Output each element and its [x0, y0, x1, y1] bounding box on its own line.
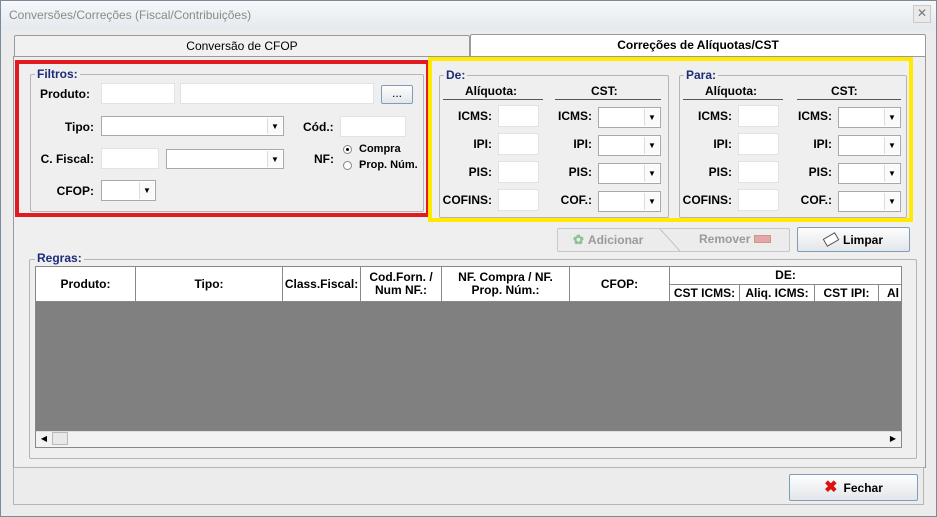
- column-class-fiscal[interactable]: Class.Fiscal:: [283, 267, 361, 302]
- footer-panel: [13, 467, 924, 505]
- close-button[interactable]: ✕: [913, 5, 931, 23]
- highlight-yellow-box: [428, 57, 913, 222]
- column-cod-forn-num-nf[interactable]: Cod.Forn. / Num NF.:: [361, 267, 442, 302]
- eraser-icon: [822, 232, 840, 247]
- regras-horizontal-scrollbar[interactable]: [36, 431, 901, 447]
- tab-conversao-cfop[interactable]: Conversão de CFOP: [14, 35, 470, 57]
- column-produto[interactable]: Produto:: [36, 267, 136, 302]
- scroll-thumb[interactable]: [52, 432, 68, 445]
- scroll-right-icon[interactable]: ▶: [886, 432, 900, 446]
- adicionar-label: Adicionar: [587, 233, 644, 247]
- column-aliq-icms[interactable]: Aliq. ICMS:: [740, 285, 815, 302]
- column-aliq-ipi[interactable]: Al: [879, 285, 901, 302]
- button-separator: [659, 229, 680, 251]
- column-group-de: DE:: [670, 267, 901, 285]
- fechar-button[interactable]: ✖ Fechar: [789, 474, 918, 501]
- regras-title: Regras:: [35, 251, 84, 265]
- remover-label: Remover: [699, 232, 751, 246]
- column-cst-icms[interactable]: CST ICMS:: [670, 285, 740, 302]
- remover-button[interactable]: Remover: [699, 232, 772, 246]
- column-tipo[interactable]: Tipo:: [136, 267, 283, 302]
- adicionar-button[interactable]: ✿ Adicionar: [573, 232, 643, 248]
- highlight-red-box: [15, 60, 430, 217]
- column-nf-compra-prop-num[interactable]: NF. Compra / NF. Prop. Núm.:: [442, 267, 570, 302]
- close-x-icon: ✖: [824, 478, 838, 496]
- limpar-label: Limpar: [842, 232, 883, 247]
- scroll-left-icon[interactable]: ◀: [37, 432, 51, 446]
- add-gear-icon: ✿: [573, 232, 584, 247]
- column-cfop[interactable]: CFOP:: [570, 267, 670, 302]
- window-title: Conversões/Correções (Fiscal/Contribuiçõ…: [9, 8, 252, 22]
- column-cst-ipi[interactable]: CST IPI:: [815, 285, 879, 302]
- remove-icon: [754, 235, 772, 243]
- fechar-label: Fechar: [843, 480, 883, 495]
- limpar-button[interactable]: Limpar: [797, 227, 910, 252]
- tab-correcoes-aliquotas-cst[interactable]: Correções de Alíquotas/CST: [470, 34, 926, 58]
